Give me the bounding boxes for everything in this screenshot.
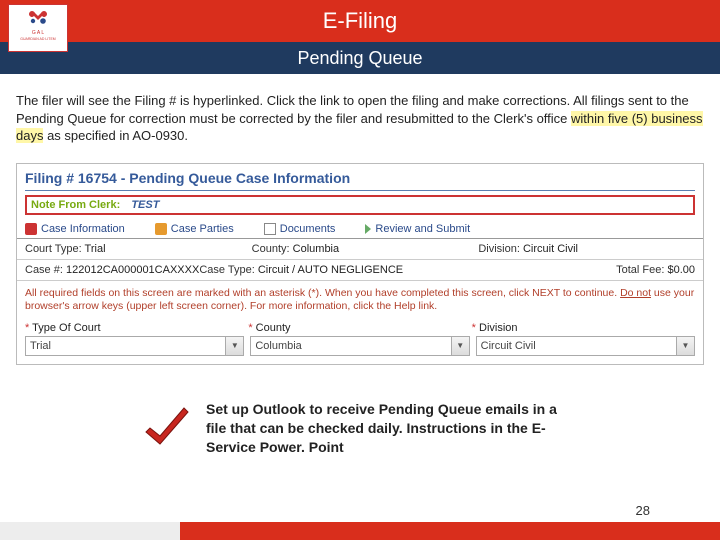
- info-row-1: Court Type: Trial County: Columbia Divis…: [17, 239, 703, 260]
- chevron-down-icon: ▼: [676, 337, 694, 355]
- combo-value: Columbia: [251, 340, 450, 352]
- clerk-note-box: Note From Clerk: TEST: [25, 195, 695, 215]
- tab-label: Review and Submit: [375, 223, 470, 235]
- combo-value: Circuit Civil: [477, 340, 676, 352]
- footer-grey-block: [0, 522, 180, 540]
- page-title: E-Filing: [0, 8, 720, 34]
- person-icon: [155, 223, 167, 235]
- tabstrip: Case Information Case Parties Documents …: [17, 217, 703, 239]
- clerk-note-value: TEST: [131, 199, 159, 211]
- tab-review-submit[interactable]: Review and Submit: [365, 223, 470, 235]
- division-value: Circuit Civil: [523, 243, 578, 255]
- court-type-label: Court Type:: [25, 243, 82, 255]
- form-header-row: * Type Of Court * County * Division: [17, 316, 703, 334]
- instr-a: All required fields on this screen are m…: [25, 287, 620, 299]
- panel-divider: [25, 190, 695, 191]
- combo-value: Trial: [26, 340, 225, 352]
- case-num-label: Case #:: [25, 264, 63, 276]
- tab-label: Case Information: [41, 223, 125, 235]
- hdr-county: County: [256, 322, 291, 334]
- logo-text-2: GUARDIAN AD LITEM: [11, 38, 65, 42]
- slide-footer: 28: [0, 499, 720, 540]
- info-row-2: Case #: 122012CA000001CAXXXXCase Type: C…: [17, 260, 703, 281]
- folder-icon: [25, 223, 37, 235]
- clerk-note-label: Note From Clerk:: [31, 199, 120, 211]
- chevron-down-icon: ▼: [451, 337, 469, 355]
- screenshot-panel: Filing # 16754 - Pending Queue Case Info…: [16, 163, 704, 365]
- header-red-bar: G A L GUARDIAN AD LITEM E-Filing: [0, 0, 720, 42]
- division-select[interactable]: Circuit Civil▼: [476, 336, 695, 356]
- flag-icon: [365, 224, 371, 234]
- tab-documents[interactable]: Documents: [264, 223, 336, 235]
- hdr-division: Division: [479, 322, 518, 334]
- intro-b: as specified in AO-0930.: [43, 128, 188, 143]
- court-type-value: Trial: [85, 243, 106, 255]
- tab-label: Case Parties: [171, 223, 234, 235]
- case-num-value: 122012CA000001CAXXXX: [66, 264, 199, 276]
- tab-case-information[interactable]: Case Information: [25, 223, 125, 235]
- document-icon: [264, 223, 276, 235]
- instr-donot: Do not: [620, 287, 651, 299]
- division-label: Division:: [478, 243, 520, 255]
- page-number: 28: [0, 499, 720, 522]
- fee-label: Total Fee:: [616, 264, 664, 276]
- logo-text-1: G A L: [11, 31, 65, 36]
- tip-callout: Set up Outlook to receive Pending Queue …: [140, 400, 560, 457]
- case-type-value: Circuit / AUTO NEGLIGENCE: [258, 264, 403, 276]
- required-fields-note: All required fields on this screen are m…: [17, 281, 703, 316]
- panel-heading: Filing # 16754 - Pending Queue Case Info…: [17, 164, 703, 188]
- tab-case-parties[interactable]: Case Parties: [155, 223, 234, 235]
- chevron-down-icon: ▼: [225, 337, 243, 355]
- hdr-court: Type Of Court: [32, 322, 100, 334]
- county-value: Columbia: [293, 243, 339, 255]
- page-subtitle: Pending Queue: [0, 48, 720, 69]
- checkmark-icon: [140, 404, 194, 452]
- form-combo-row: Trial▼ Columbia▼ Circuit Civil▼: [17, 334, 703, 364]
- county-label: County:: [252, 243, 290, 255]
- gal-logo: G A L GUARDIAN AD LITEM: [8, 4, 68, 52]
- header-navy-bar: Pending Queue: [0, 42, 720, 74]
- county-select[interactable]: Columbia▼: [250, 336, 469, 356]
- tip-text: Set up Outlook to receive Pending Queue …: [206, 400, 560, 457]
- tab-label: Documents: [280, 223, 336, 235]
- fee-value: $0.00: [667, 264, 695, 276]
- intro-paragraph: The filer will see the Filing # is hyper…: [0, 74, 720, 153]
- case-type-label: Case Type:: [199, 264, 254, 276]
- court-type-select[interactable]: Trial▼: [25, 336, 244, 356]
